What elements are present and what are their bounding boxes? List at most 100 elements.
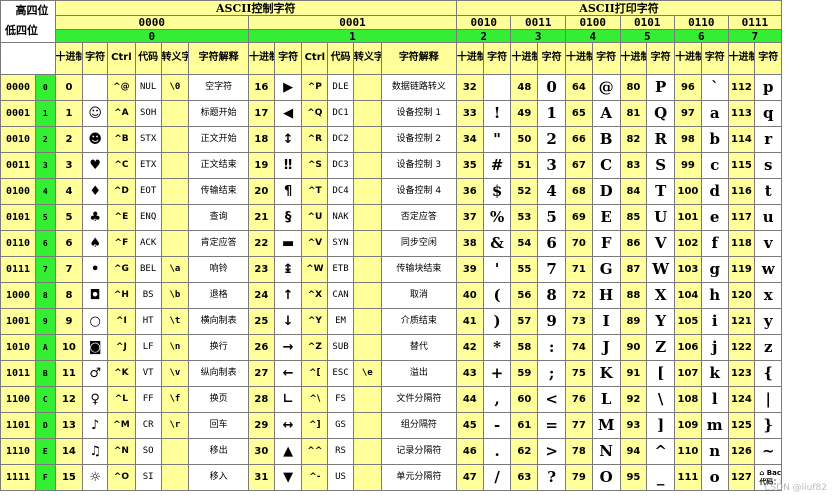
c0-code: CR [134,412,162,439]
ascii-table-page: 高四位 低四位 ASCII控制字符 ASCII打印字符 0000 0001 00… [0,0,837,495]
c0-dec: 3 [54,152,84,179]
c1-dec: 27 [247,360,275,387]
c1-dec: 22 [247,230,275,257]
c0-dec: 0 [54,74,84,101]
p4-dec: 97 [674,100,702,127]
c0-char: ☼ [82,464,109,491]
c0-dec: 2 [54,126,84,153]
p4-dec: 99 [674,152,702,179]
c1-code: US [327,464,354,491]
c1-char: ↨ [273,256,303,283]
c0-ctrl: ^E [107,204,136,231]
c1-esc: \e [352,360,382,387]
c1-char: ↓ [273,308,303,335]
c1-char: ▶ [273,74,303,101]
c0-ctrl: ^G [107,256,136,283]
c1-ctrl: ^R [301,126,329,153]
low-hex-cell: A [34,334,56,361]
c0-esc: \a [160,256,190,283]
table-row: 1101 D 13 ♪ ^M CR \r 回车 29 ↔ ^] GS 组分隔符 45-61 = 77 M 93] 1… [0,412,837,439]
c0-code-header: 代码 [134,42,162,75]
c0-ctrl: ^H [107,282,136,309]
p1-char: 4 [537,178,566,205]
c1-code: ETB [327,256,354,283]
p1-dec: 59 [510,360,539,387]
c0-code: SO [134,438,162,465]
p5-char: q [754,100,783,127]
low-bits-cell: 0010 [0,126,36,153]
p4-char: i [700,308,729,335]
p0-char: ( [482,282,512,309]
low-hex-cell: F [34,464,56,491]
p5-dec: 113 [727,100,756,127]
high-bits-cell: 0100 [565,15,621,30]
p0-char: * [482,334,512,361]
c1-explain: 设备控制 2 [380,126,457,153]
c1-esc [352,308,382,335]
c0-esc [160,100,190,127]
c0-char: ♪ [82,412,109,439]
c1-explain: 设备控制 1 [380,100,457,127]
c1-explain: 溢出 [380,360,457,387]
c1-explain: 替代 [380,334,457,361]
p1-dec: 54 [510,230,539,257]
low-bits-cell: 1100 [0,386,36,413]
p2-dec: 72 [565,282,593,309]
table-row: 0110 6 6 ♠ ^F ACK 肯定应答 22 ▬ ^V SYN 同步空闲 38 & 54 6 70 F 86 V… [0,230,837,257]
p4-char: m [700,412,729,439]
c0-esc: \0 [160,74,190,101]
table-row: 0111 7 7 • ^G BEL \a 响铃 23 ↨ ^W ETB 传输块结束 39 ' 55 7 71 G 87… [0,256,837,283]
c0-char: ♠ [82,230,109,257]
c1-dec: 18 [247,126,275,153]
p4-char: d [700,178,729,205]
c0-ctrl: ^N [107,438,136,465]
c1-explain: 设备控制 3 [380,152,457,179]
p4-char: c [700,152,729,179]
c1-explain: 组分隔符 [380,412,457,439]
table-row: 0011 3 3 ♥ ^C ETX 正文结束 19 ‼ ^S DC3 设备控制 3 35 #51 3 67 C 8… [0,152,837,179]
p2-dec: 78 [565,438,593,465]
low-bits-cell: 1010 [0,334,36,361]
p2-dec: 69 [565,204,593,231]
p2-char: K [591,360,621,387]
c1-ctrl: ^V [301,230,329,257]
p5-char: t [754,178,783,205]
p0-char: # [482,152,512,179]
p1-dec: 61 [510,412,539,439]
p0-dec: 37 [455,204,484,231]
p2-dec: 73 [565,308,593,335]
p2-dec: 64 [565,74,593,101]
c0-explain: 横向制表 [188,308,249,335]
c1-code: SUB [327,334,354,361]
c0-esc: \f [160,386,190,413]
c0-ctrl: ^D [107,178,136,205]
high-hex-cell: 6 [674,29,729,43]
c1-esc [352,126,382,153]
c0-explain: 纵向制表 [188,360,249,387]
p2-char: C [591,152,621,179]
c1-ctrl: ^P [301,74,329,101]
p0-char: $ [482,178,512,205]
p2-dec: 74 [565,334,593,361]
c0-char: ☺ [82,100,109,127]
c0-explain: 正文开始 [188,126,249,153]
p5-dec: 112 [727,74,756,101]
p5-char: w [754,256,783,283]
high-hex-cell: 5 [619,29,676,43]
p2-dec: 76 [565,386,593,413]
p4-char: l [700,386,729,413]
p2-dec: 71 [565,256,593,283]
c0-code: BS [134,282,162,309]
high-bits-0000: 0000 [54,15,249,30]
c0-esc [160,230,190,257]
p5-char: p [754,74,783,101]
p3-char: ^ [646,438,676,465]
p4-dec: 96 [674,74,702,101]
p3-dec: 93 [619,412,648,439]
p4-dec: 111 [674,464,702,491]
c1-ctrl: ^Y [301,308,329,335]
p1-char: ? [537,464,566,491]
c1-code: DC4 [327,178,354,205]
c0-esc: \t [160,308,190,335]
p2-char: E [591,204,621,231]
